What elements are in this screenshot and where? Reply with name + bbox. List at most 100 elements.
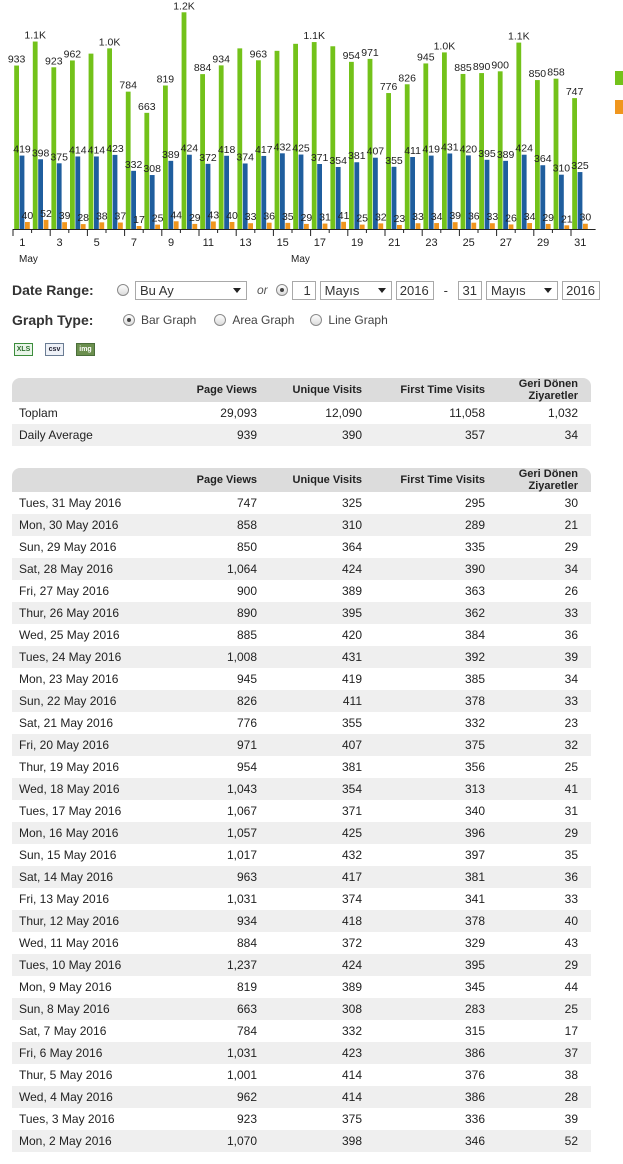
bar-series-0-day-5[interactable]	[88, 53, 94, 229]
area-graph-label[interactable]: Area Graph	[232, 313, 294, 327]
preset-range-select[interactable]: Bu Ay	[135, 280, 247, 300]
header-first-time-visits[interactable]: First Time Visits	[375, 378, 498, 402]
bar-series-2-day-24[interactable]	[452, 222, 458, 229]
bar-series-2-day-3[interactable]	[62, 222, 67, 229]
bar-series-2-day-2[interactable]	[43, 219, 49, 229]
bar-series-2-day-22[interactable]	[415, 223, 421, 229]
bar-series-2-day-26[interactable]	[490, 223, 495, 229]
data-label: 41	[338, 210, 350, 222]
bar-series-2-day-25[interactable]	[471, 222, 477, 229]
bar-series-2-day-27[interactable]	[508, 224, 514, 229]
row-label-cell: Sun, 22 May 2016	[12, 690, 160, 712]
table-row: Sun, 29 May 2016 850 364 335 29	[12, 536, 591, 558]
bar-series-0-day-18[interactable]	[330, 46, 336, 229]
x-tick-label: 15	[277, 237, 289, 249]
to-month-select[interactable]: Mayıs	[486, 280, 559, 300]
bar-series-2-day-6[interactable]	[118, 222, 123, 229]
value-cell: 419	[270, 668, 375, 690]
bar-series-2-day-16[interactable]	[304, 223, 309, 229]
header-unique-visits[interactable]: Unique Visits	[270, 468, 375, 492]
bar-series-2-day-9[interactable]	[173, 221, 179, 229]
bar-series-2-day-20[interactable]	[378, 223, 384, 229]
graph-type-row: Graph Type: Bar Graph Area Graph Line Gr…	[12, 309, 388, 331]
bar-series-2-day-13[interactable]	[248, 223, 253, 229]
line-graph-label[interactable]: Line Graph	[328, 313, 387, 327]
data-label: 29	[301, 212, 313, 224]
bar-series-2-day-23[interactable]	[434, 223, 439, 229]
header-first-time-visits[interactable]: First Time Visits	[375, 468, 498, 492]
bar-series-2-day-21[interactable]	[397, 224, 402, 229]
bar-series-2-day-19[interactable]	[359, 224, 365, 229]
bar-series-0-day-13[interactable]	[237, 48, 243, 229]
bar-series-0-day-15[interactable]	[274, 50, 280, 230]
to-day-input[interactable]: 31	[458, 280, 483, 300]
bar-series-0-day-30[interactable]	[553, 78, 559, 229]
value-cell: 332	[270, 1020, 375, 1042]
header-returning-visits[interactable]: Geri Dönen Ziyaretler	[498, 378, 591, 402]
line-graph-radio[interactable]	[310, 314, 323, 326]
bar-series-2-day-30[interactable]	[564, 225, 570, 229]
bar-series-0-day-2[interactable]	[32, 41, 38, 230]
image-icon[interactable]: img	[76, 343, 95, 356]
legend-swatch-returning[interactable]	[615, 100, 623, 114]
bar-series-2-day-5[interactable]	[99, 222, 105, 229]
bar-series-0-day-28[interactable]	[516, 42, 522, 229]
data-label: 776	[380, 81, 398, 93]
bar-series-2-day-18[interactable]	[341, 221, 346, 229]
custom-range-radio[interactable]	[275, 284, 288, 296]
bar-series-2-day-10[interactable]	[192, 223, 198, 229]
bar-series-0-day-17[interactable]	[311, 42, 317, 229]
bar-series-2-day-14[interactable]	[266, 222, 272, 229]
table-row: Tues, 31 May 2016 747 325 295 30	[12, 492, 591, 514]
bar-series-2-day-1[interactable]	[25, 221, 30, 229]
header-page-views[interactable]: Page Views	[160, 378, 270, 402]
bar-series-2-day-12[interactable]	[229, 221, 235, 229]
header-blank	[12, 468, 160, 492]
bar-series-2-day-4[interactable]	[80, 224, 86, 229]
preset-range-radio[interactable]	[117, 284, 129, 296]
bar-graph-radio[interactable]	[123, 314, 135, 326]
value-cell: 12,090	[270, 402, 375, 424]
from-month-select[interactable]: Mayıs	[319, 280, 392, 300]
legend-swatch-page-views[interactable]	[615, 71, 623, 85]
bar-series-0-day-16[interactable]	[293, 43, 298, 229]
bar-series-2-day-7[interactable]	[136, 226, 142, 229]
area-graph-radio[interactable]	[214, 314, 227, 326]
table-row: Fri, 6 May 2016 1,031 423 386 37	[12, 1042, 591, 1064]
data-label: 31	[319, 212, 331, 224]
data-label: 395	[478, 148, 496, 160]
data-label: 37	[115, 211, 127, 223]
bar-series-0-day-19[interactable]	[349, 61, 354, 230]
table-row: Tues, 17 May 2016 1,067 371 340 31	[12, 800, 591, 822]
bar-series-2-day-29[interactable]	[545, 223, 551, 229]
to-year-input[interactable]: 2016	[562, 280, 601, 300]
bar-series-2-day-17[interactable]	[322, 223, 328, 229]
value-cell: 425	[270, 822, 375, 844]
bar-series-0-day-20[interactable]	[367, 58, 373, 229]
bar-series-0-day-3[interactable]	[51, 67, 57, 229]
bar-series-2-day-8[interactable]	[155, 224, 160, 229]
data-label: 381	[348, 150, 366, 162]
bar-series-0-day-10[interactable]	[181, 12, 187, 229]
value-cell: 747	[160, 492, 270, 514]
header-unique-visits[interactable]: Unique Visits	[270, 378, 375, 402]
bar-series-2-day-28[interactable]	[527, 223, 532, 229]
from-day-input[interactable]: 1	[291, 280, 316, 300]
data-label: 900	[491, 59, 509, 71]
range-dash: -	[443, 282, 449, 298]
csv-icon[interactable]: csv	[45, 343, 64, 356]
value-cell: 423	[270, 1042, 375, 1064]
data-label: 962	[64, 48, 82, 60]
chevron-down-icon	[377, 287, 386, 293]
header-page-views[interactable]: Page Views	[160, 468, 270, 492]
value-cell: 389	[270, 580, 375, 602]
bar-series-0-day-6[interactable]	[107, 48, 112, 229]
bar-series-2-day-11[interactable]	[211, 221, 216, 229]
bar-series-2-day-31[interactable]	[583, 223, 588, 229]
bar-series-2-day-15[interactable]	[285, 222, 291, 229]
excel-icon[interactable]: XLS	[14, 343, 33, 356]
x-tick-label: 23	[425, 237, 437, 249]
bar-graph-label[interactable]: Bar Graph	[141, 313, 196, 327]
header-returning-visits[interactable]: Geri Dönen Ziyaretler	[498, 468, 591, 492]
from-year-input[interactable]: 2016	[395, 280, 434, 300]
